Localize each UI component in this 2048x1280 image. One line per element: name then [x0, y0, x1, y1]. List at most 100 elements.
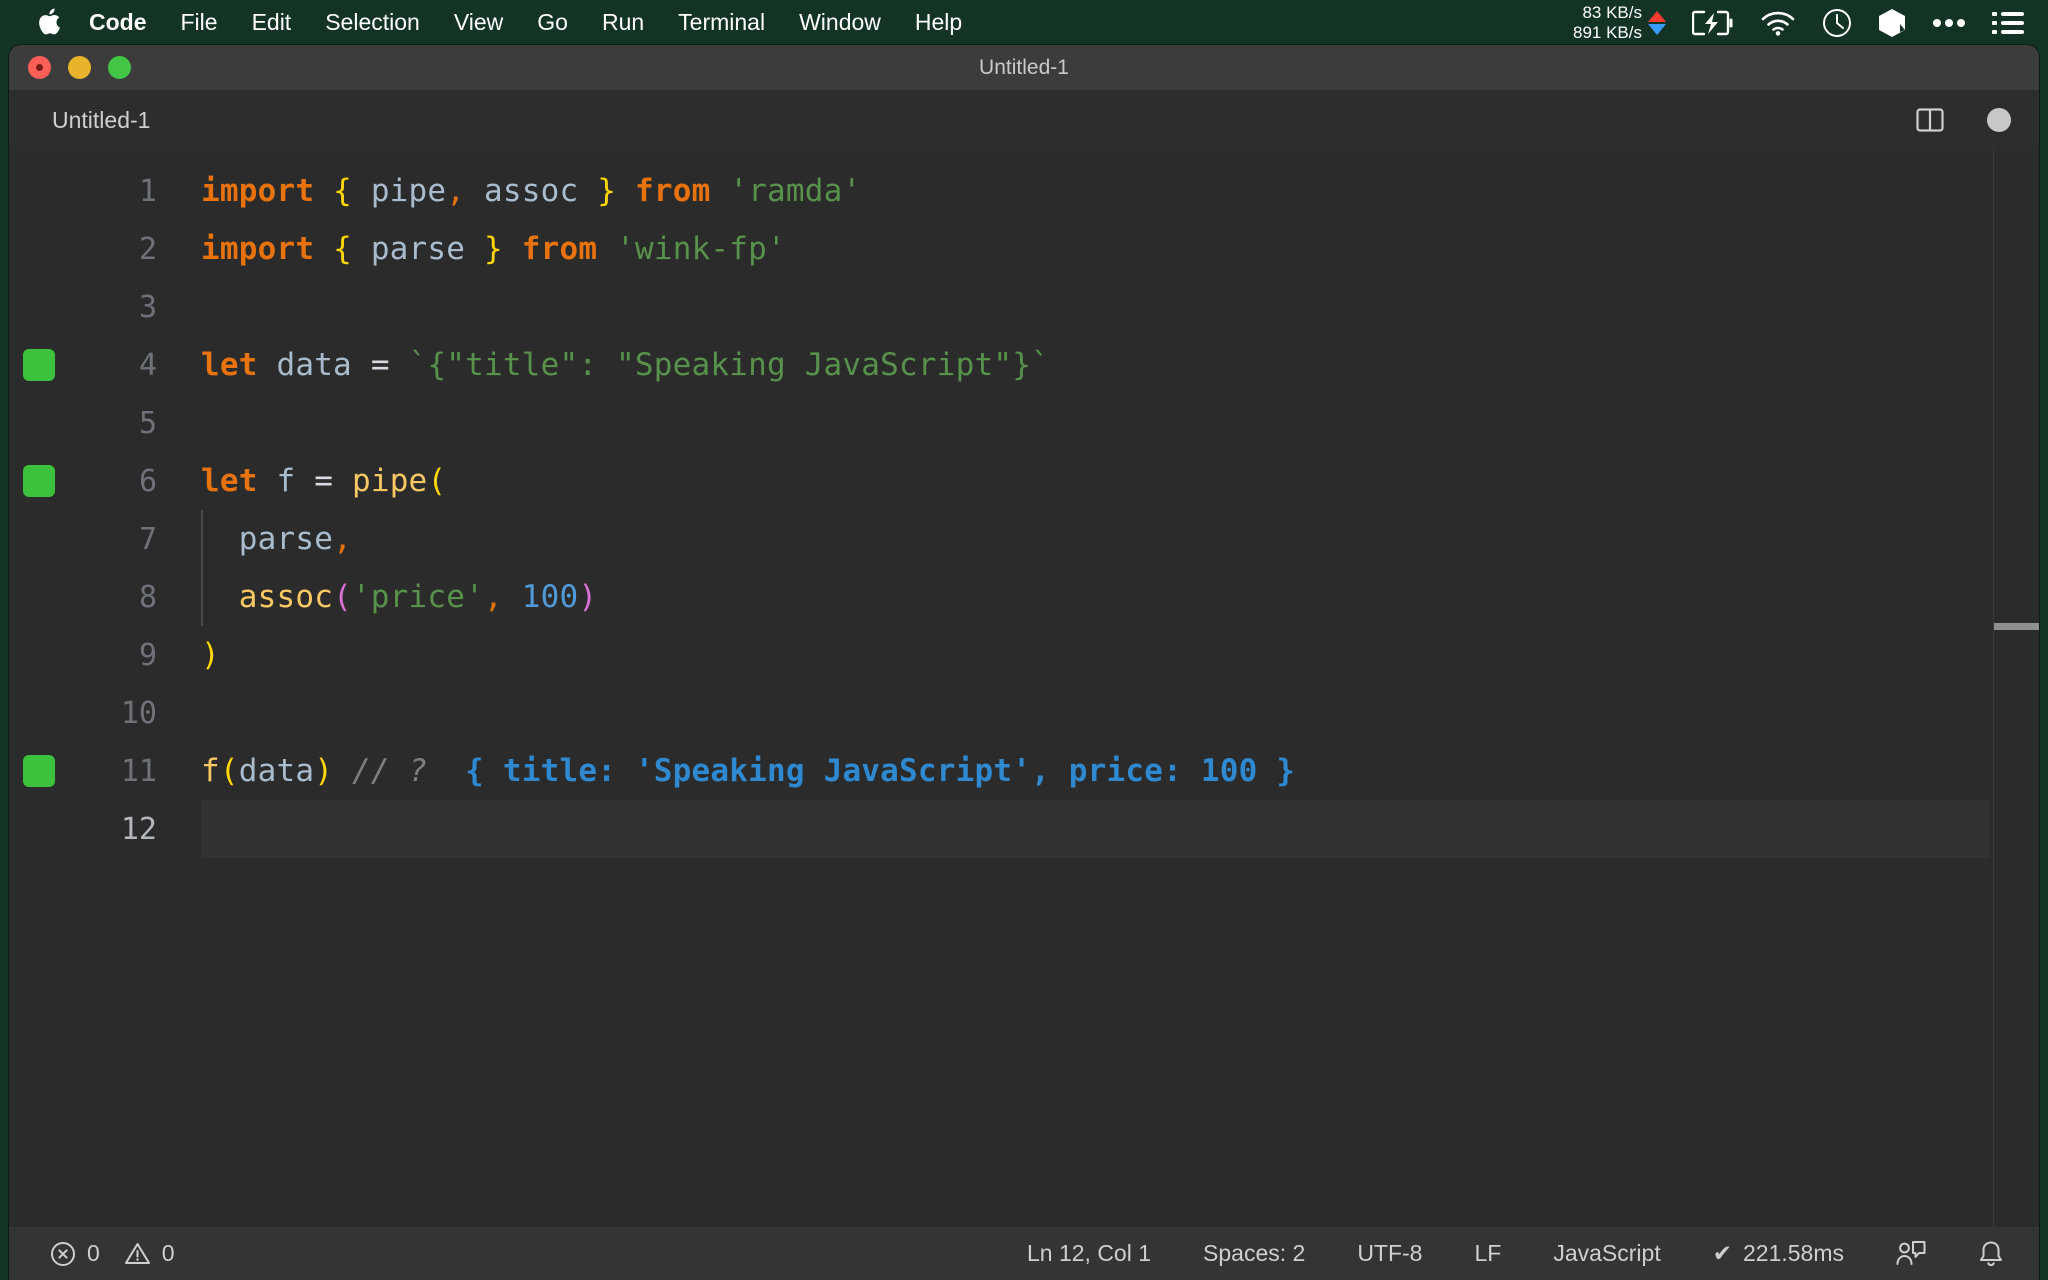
- ellipsis-icon[interactable]: [1932, 0, 1966, 45]
- code-line-content[interactable]: let f = pipe(: [201, 452, 1990, 510]
- wifi-icon[interactable]: [1760, 0, 1796, 45]
- code-line-content[interactable]: import { parse } from 'wink-fp': [201, 220, 1990, 278]
- code-line[interactable]: 2 import { parse } from 'wink-fp': [9, 220, 2039, 278]
- menu-item-help[interactable]: Help: [898, 0, 979, 45]
- indentation-status[interactable]: Spaces: 2: [1190, 1227, 1318, 1280]
- code-line[interactable]: 10: [9, 684, 2039, 742]
- code-line[interactable]: 8 assoc('price', 100): [9, 568, 2039, 626]
- code-token: f: [276, 463, 296, 499]
- network-speed-indicator[interactable]: 83 KB/s 891 KB/s: [1573, 3, 1666, 43]
- code-text: let data = `{"title": "Speaking JavaScri…: [201, 336, 1050, 394]
- language-mode-text: JavaScript: [1553, 1240, 1661, 1266]
- code-line[interactable]: 1 import { pipe, assoc } from 'ramda': [9, 162, 2039, 220]
- code-token: data: [276, 347, 352, 383]
- line-number: 9: [138, 637, 157, 673]
- code-token: parse: [238, 521, 334, 557]
- cube-icon[interactable]: [1878, 0, 1906, 45]
- menu-item-edit[interactable]: Edit: [235, 0, 309, 45]
- code-text: assoc('price', 100): [201, 568, 597, 626]
- live-share-icon[interactable]: [1883, 1227, 1939, 1280]
- code-line-content[interactable]: ): [201, 626, 1990, 684]
- line-number: 3: [138, 289, 157, 325]
- notifications-bell-icon[interactable]: [1965, 1227, 2017, 1280]
- code-line-content[interactable]: f(data) // ? { title: 'Speaking JavaScri…: [201, 742, 1990, 800]
- menu-item-run[interactable]: Run: [585, 0, 661, 45]
- code-line[interactable]: 7 parse,: [9, 510, 2039, 568]
- code-token: { title: 'Speaking JavaScript', price: 1…: [465, 753, 1296, 789]
- control-center-list-icon[interactable]: [1992, 0, 2024, 45]
- menu-item-window[interactable]: Window: [782, 0, 898, 45]
- code-token: pipe: [370, 173, 447, 209]
- code-line-content[interactable]: let data = `{"title": "Speaking JavaScri…: [201, 336, 1990, 394]
- code-line[interactable]: 6 let f = pipe(: [9, 452, 2039, 510]
- code-editor[interactable]: 1 import { pipe, assoc } from 'ramda' 2 imp…: [9, 150, 2039, 1227]
- vscode-window: Untitled-1 Untitled-1 1 import { pipe, as…: [9, 45, 2039, 1280]
- menu-item-selection[interactable]: Selection: [308, 0, 437, 45]
- eol-status[interactable]: LF: [1461, 1227, 1514, 1280]
- unsaved-dot-icon[interactable]: [1987, 108, 2011, 132]
- menu-item-code[interactable]: Code: [72, 0, 164, 45]
- problems-status-item[interactable]: 0 0: [37, 1227, 188, 1280]
- apple-logo-icon[interactable]: [26, 0, 72, 45]
- minimize-button[interactable]: [68, 56, 91, 79]
- download-arrow-icon: [1648, 23, 1666, 35]
- encoding-text: UTF-8: [1357, 1240, 1423, 1266]
- code-line-content[interactable]: [201, 278, 1990, 336]
- code-line[interactable]: 9): [9, 626, 2039, 684]
- code-token: 'ramda': [729, 173, 862, 209]
- upload-arrow-icon: [1648, 10, 1666, 22]
- code-line-content[interactable]: [201, 394, 1990, 452]
- code-line-content[interactable]: [201, 684, 1990, 742]
- code-token: import: [201, 173, 315, 209]
- quokka-time-text: 221.58ms: [1742, 1240, 1844, 1266]
- menu-bar-status-items: 83 KB/s 891 KB/s: [1565, 0, 2048, 45]
- code-line[interactable]: 5: [9, 394, 2039, 452]
- battery-charging-icon[interactable]: [1692, 0, 1734, 45]
- eol-text: LF: [1474, 1240, 1502, 1266]
- language-mode-status[interactable]: JavaScript: [1540, 1227, 1673, 1280]
- code-token: =: [314, 463, 334, 499]
- code-token: }: [484, 231, 503, 267]
- code-line-content[interactable]: [201, 800, 1990, 858]
- split-editor-icon[interactable]: [1915, 105, 1945, 135]
- encoding-status[interactable]: UTF-8: [1344, 1227, 1435, 1280]
- clock-icon[interactable]: [1822, 0, 1852, 45]
- tab-untitled-1[interactable]: Untitled-1: [9, 90, 179, 150]
- error-count: 0: [87, 1240, 100, 1266]
- zoom-button[interactable]: [108, 56, 131, 79]
- code-line[interactable]: 12: [9, 800, 2039, 858]
- menu-item-terminal[interactable]: Terminal: [661, 0, 782, 45]
- close-button[interactable]: [28, 56, 51, 79]
- code-line[interactable]: 11 f(data) // ? { title: 'Speaking JavaSc…: [9, 742, 2039, 800]
- code-line-content[interactable]: parse,: [201, 510, 1990, 568]
- macos-menu-bar: Code File Edit Selection View Go Run Ter…: [0, 0, 2048, 45]
- line-number: 10: [120, 695, 157, 731]
- code-text: f(data) // ? { title: 'Speaking JavaScri…: [201, 742, 1295, 800]
- code-line-content[interactable]: assoc('price', 100): [201, 568, 1990, 626]
- status-bar-left: 0 0: [9, 1227, 188, 1280]
- line-number: 7: [138, 521, 157, 557]
- code-text: parse,: [201, 510, 352, 568]
- code-token: // ?: [351, 753, 428, 789]
- menu-item-go[interactable]: Go: [520, 0, 585, 45]
- code-line[interactable]: 3: [9, 278, 2039, 336]
- quokka-status[interactable]: ✔ 221.58ms: [1700, 1227, 1857, 1280]
- indentation-text: Spaces: 2: [1203, 1240, 1306, 1266]
- code-text: import { parse } from 'wink-fp': [201, 220, 786, 278]
- code-line[interactable]: 4 let data = `{"title": "Speaking JavaScr…: [9, 336, 2039, 394]
- code-line-content[interactable]: import { pipe, assoc } from 'ramda': [201, 162, 1990, 220]
- menu-item-view[interactable]: View: [437, 0, 520, 45]
- warning-count: 0: [161, 1240, 175, 1266]
- cursor-position-status[interactable]: Ln 12, Col 1: [1014, 1227, 1164, 1280]
- code-token: 100: [521, 579, 579, 615]
- menu-item-file[interactable]: File: [164, 0, 235, 45]
- line-number: 11: [120, 753, 157, 789]
- indent-guide: [201, 510, 203, 568]
